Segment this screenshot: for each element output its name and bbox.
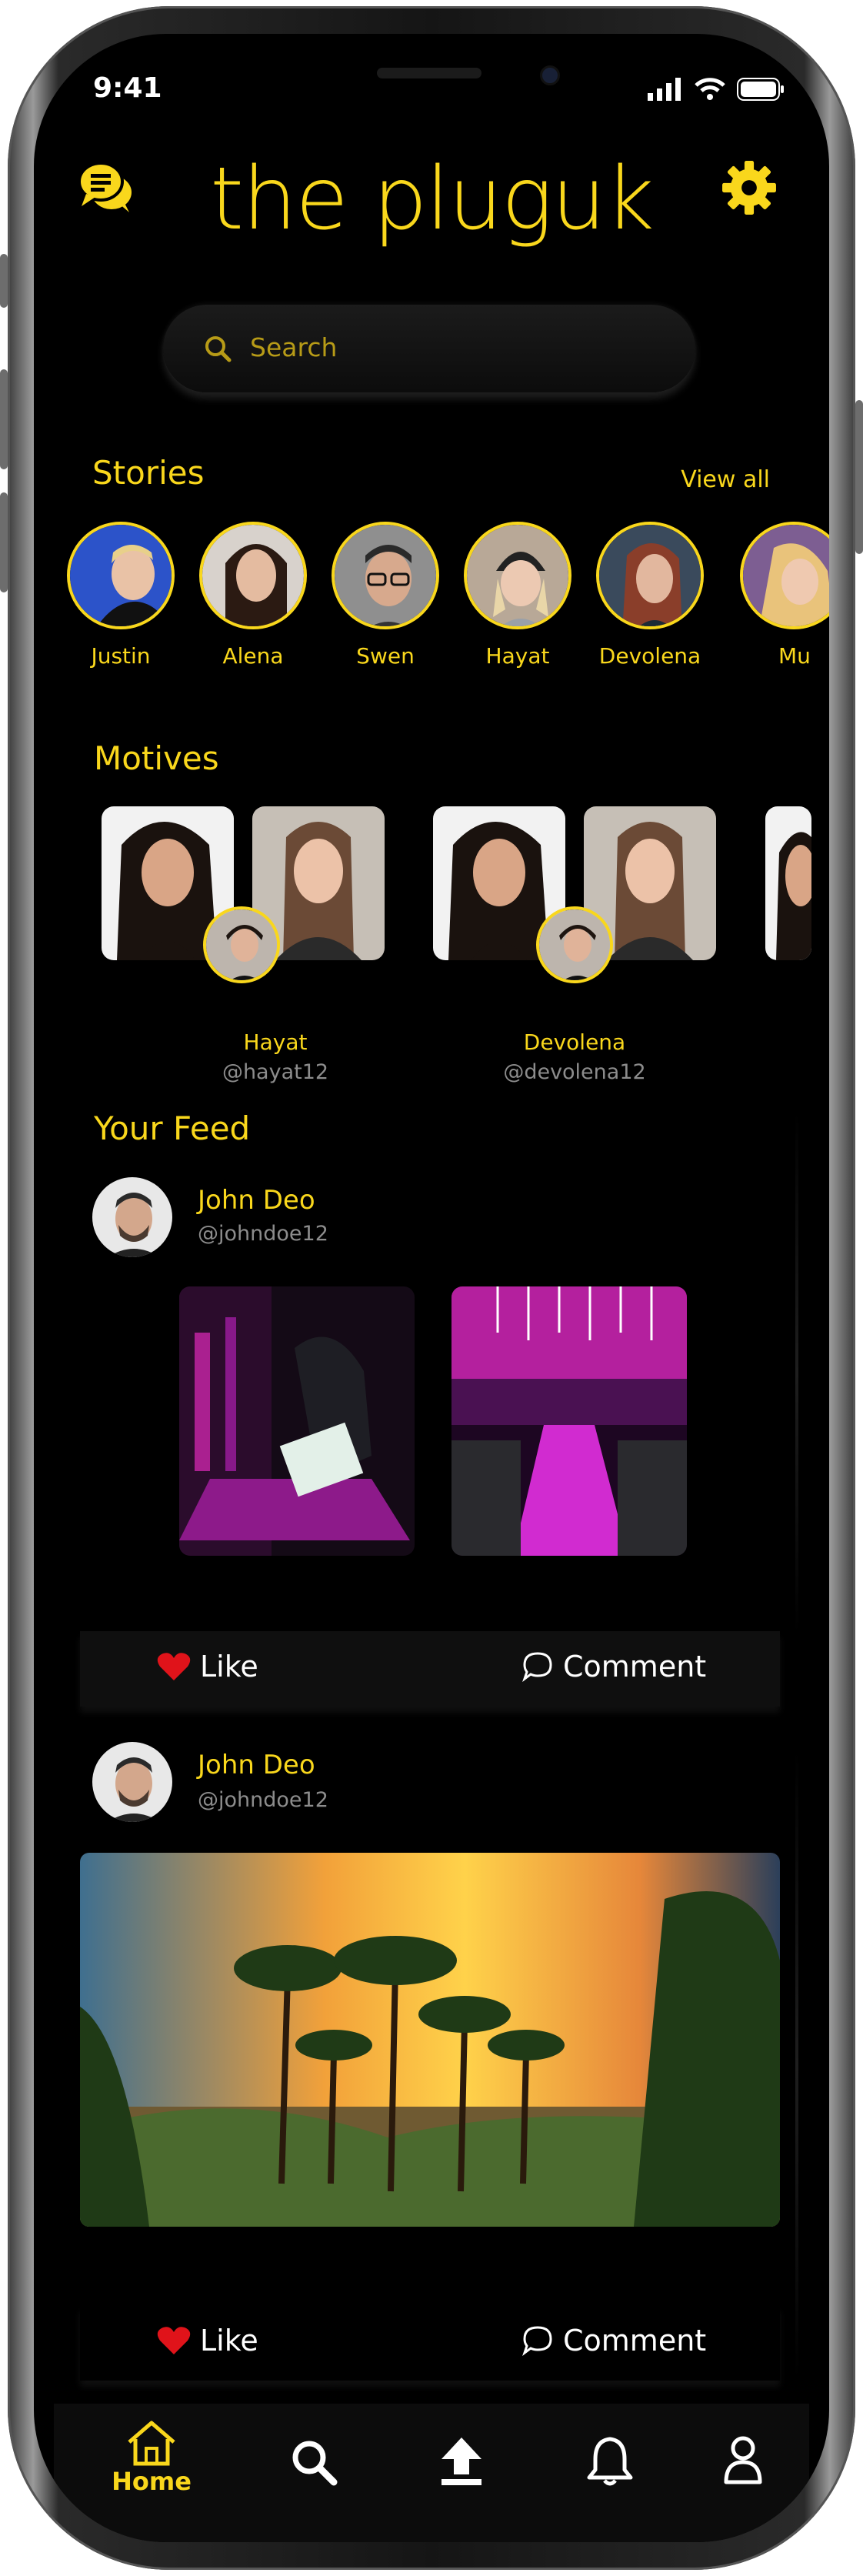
post-username[interactable]: John Deo: [198, 1750, 315, 1780]
volume-down-button: [0, 492, 8, 592]
comment-button[interactable]: Comment: [521, 2324, 706, 2357]
story-name: Swen: [356, 643, 415, 669]
like-label: Like: [200, 2324, 258, 2357]
avatar: [203, 906, 280, 983]
app-logo: the pluguk: [210, 149, 655, 249]
search-bar[interactable]: Search: [163, 305, 695, 392]
motive-name: Hayat: [243, 1029, 308, 1055]
phone-mockup: 9:41 the pluguk Search Stories View all …: [0, 0, 863, 2576]
comment-label: Comment: [563, 1650, 707, 1683]
post-handle: @johndoe12: [198, 1222, 328, 1246]
nav-notifications[interactable]: [586, 2434, 634, 2490]
story-item[interactable]: Devolena: [592, 522, 708, 669]
comment-label: Comment: [563, 2324, 707, 2357]
battery-icon: [737, 78, 784, 101]
avatar: [67, 522, 175, 629]
story-name: Alena: [222, 643, 284, 669]
motives-title: Motives: [94, 739, 219, 777]
post-username[interactable]: John Deo: [198, 1185, 315, 1216]
bottom-navigation: Home: [54, 2404, 809, 2542]
story-name: Devolena: [598, 643, 701, 669]
avatar: [464, 522, 571, 629]
like-button[interactable]: Like: [157, 1650, 258, 1683]
like-label: Like: [200, 1650, 258, 1683]
post-image[interactable]: [179, 1286, 415, 1556]
nav-home-label: Home: [112, 2467, 192, 2496]
avatar: [332, 522, 439, 629]
post-actions: Like Comment: [80, 1631, 780, 1707]
card-edge: [795, 1111, 798, 1634]
view-all-link[interactable]: View all: [681, 466, 770, 493]
upload-icon: [441, 2438, 481, 2485]
nav-profile[interactable]: [721, 2434, 765, 2488]
post-image[interactable]: [80, 1853, 780, 2227]
story-item[interactable]: Swen: [328, 522, 443, 669]
like-button[interactable]: Like: [157, 2324, 258, 2357]
story-name: Mu: [778, 643, 811, 669]
avatar: [596, 522, 704, 629]
stories-title: Stories: [92, 454, 205, 492]
story-name: Justin: [91, 643, 151, 669]
heart-icon: [157, 2327, 191, 2354]
motive-handle: @devolena12: [503, 1060, 646, 1084]
story-item[interactable]: Justin: [63, 522, 178, 669]
post-handle: @johndoe12: [198, 1788, 328, 1812]
story-name: Hayat: [485, 643, 550, 669]
comment-icon: [522, 1652, 552, 1682]
search-icon: [292, 2441, 338, 2486]
profile-icon: [724, 2436, 762, 2484]
avatar: [536, 906, 613, 983]
front-camera: [540, 65, 560, 85]
card-edge: [795, 1750, 798, 2381]
motive-handle: @hayat12: [222, 1060, 329, 1084]
speaker-grille: [377, 68, 481, 78]
feed-title: Your Feed: [94, 1109, 251, 1147]
story-item[interactable]: Hayat: [460, 522, 575, 669]
nav-upload[interactable]: [438, 2434, 485, 2490]
post-image[interactable]: [451, 1286, 687, 1556]
avatar[interactable]: [92, 1742, 172, 1822]
app-screen: 9:41 the pluguk Search Stories View all …: [34, 34, 829, 2542]
home-icon: [128, 2421, 175, 2466]
search-input[interactable]: Search: [250, 332, 337, 362]
story-item[interactable]: Alena: [195, 522, 311, 669]
motive-photo[interactable]: [765, 806, 811, 960]
settings-button[interactable]: [720, 158, 781, 220]
nav-search[interactable]: [289, 2438, 338, 2490]
comment-icon: [522, 2326, 552, 2356]
avatar[interactable]: [92, 1177, 172, 1257]
volume-up-button: [0, 369, 8, 469]
signal-icon: [648, 78, 681, 101]
mute-switch: [0, 254, 8, 308]
status-icons: [648, 77, 785, 102]
avatar: [740, 522, 829, 629]
power-button: [855, 400, 863, 554]
search-icon: [205, 336, 232, 362]
wifi-icon: [695, 78, 725, 100]
gear-icon: [722, 161, 776, 215]
motive-name: Devolena: [523, 1029, 626, 1055]
heart-icon: [157, 1653, 191, 1680]
story-item[interactable]: Mu: [725, 522, 829, 669]
comment-button[interactable]: Comment: [521, 1650, 706, 1683]
bell-icon: [587, 2437, 633, 2486]
nav-home[interactable]: Home: [102, 2419, 202, 2496]
post-actions: Like Comment: [80, 2305, 780, 2381]
status-time: 9:41: [93, 72, 162, 104]
avatar: [199, 522, 307, 629]
